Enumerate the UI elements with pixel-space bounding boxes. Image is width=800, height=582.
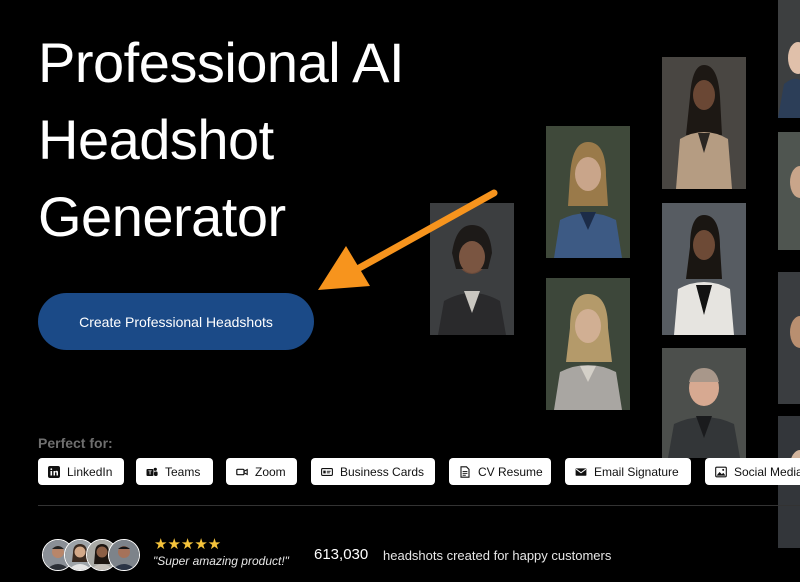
chip-label: LinkedIn: [67, 464, 113, 479]
chip-label: Social Media: [734, 464, 800, 479]
hero-title-line-1: Professional AI: [38, 31, 405, 94]
section-divider: [38, 505, 800, 506]
zoom-icon: [236, 466, 248, 478]
chip-teams[interactable]: T Teams: [136, 458, 213, 485]
headshot-photo: [430, 203, 514, 335]
headshot-photo: [778, 272, 800, 404]
chip-label: Email Signature: [594, 464, 679, 479]
headshot-photo: [778, 132, 800, 250]
rating-stars: ★★★★★: [154, 536, 222, 553]
chip-social-media[interactable]: Social Media: [705, 458, 800, 485]
use-case-chips: LinkedIn T Teams Zoom Business Cards CV …: [38, 458, 800, 485]
chip-business-cards[interactable]: Business Cards: [311, 458, 435, 485]
create-headshots-button[interactable]: Create Professional Headshots: [38, 293, 314, 350]
hero-title-line-3: Generator: [38, 185, 286, 248]
headshot-photo: [662, 203, 746, 335]
perfect-for-label: Perfect for:: [38, 435, 113, 451]
headshot-photo: [546, 126, 630, 258]
chip-cv-resume[interactable]: CV Resume: [449, 458, 551, 485]
hero-title-line-2: Headshot: [38, 108, 274, 171]
image-icon: [715, 466, 727, 478]
headshot-photo: [662, 57, 746, 189]
headshot-photo: [662, 348, 746, 458]
headshot-photo: [546, 278, 630, 410]
email-icon: [575, 466, 587, 478]
headshot-photo: [778, 0, 800, 118]
chip-label: CV Resume: [478, 464, 543, 479]
chip-email-signature[interactable]: Email Signature: [565, 458, 691, 485]
avatar: [108, 539, 140, 571]
business-card-icon: [321, 466, 333, 478]
linkedin-icon: [48, 465, 60, 478]
chip-zoom[interactable]: Zoom: [226, 458, 297, 485]
chip-linkedin[interactable]: LinkedIn: [38, 458, 124, 485]
headshot-count-text: headshots created for happy customers: [383, 548, 612, 563]
review-quote: "Super amazing product!": [153, 554, 289, 568]
teams-icon: T: [146, 466, 158, 478]
customer-avatars: [42, 539, 142, 571]
document-icon: [459, 465, 471, 478]
headshot-count: 613,030: [314, 546, 369, 563]
chip-label: Business Cards: [340, 464, 425, 479]
chip-label: Teams: [165, 464, 201, 479]
chip-label: Zoom: [255, 464, 286, 479]
